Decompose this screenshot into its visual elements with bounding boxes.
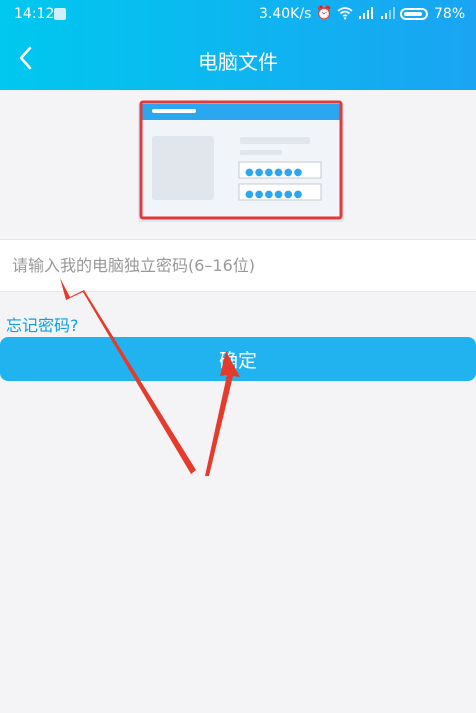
status-time: 14:12 (14, 6, 55, 22)
forgot-password-link[interactable]: 忘记密码? (6, 312, 79, 336)
header: 14:12 3.40K/s ⏰ 78% 电脑文件 (0, 0, 476, 90)
status-bar: 14:12 3.40K/s ⏰ 78% (0, 0, 476, 30)
notification-icon (54, 8, 66, 20)
page-title: 电脑文件 (198, 50, 278, 74)
wifi-icon (337, 6, 353, 24)
password-input[interactable] (0, 240, 464, 291)
battery-percent: 78% (434, 6, 466, 22)
net-speed: 3.40K/s (259, 6, 312, 22)
signal-icon (380, 6, 396, 24)
computer-illustration: ●●●●●● ●●●●●● (138, 100, 344, 224)
alarm-icon: ⏰ (316, 6, 333, 21)
password-mask-2: ●●●●●● (245, 189, 303, 200)
battery-icon (400, 8, 428, 20)
confirm-button[interactable]: 确定 (0, 337, 476, 381)
password-mask-1: ●●●●●● (245, 167, 303, 178)
signal-icon (358, 6, 374, 24)
password-field-container (0, 239, 476, 292)
